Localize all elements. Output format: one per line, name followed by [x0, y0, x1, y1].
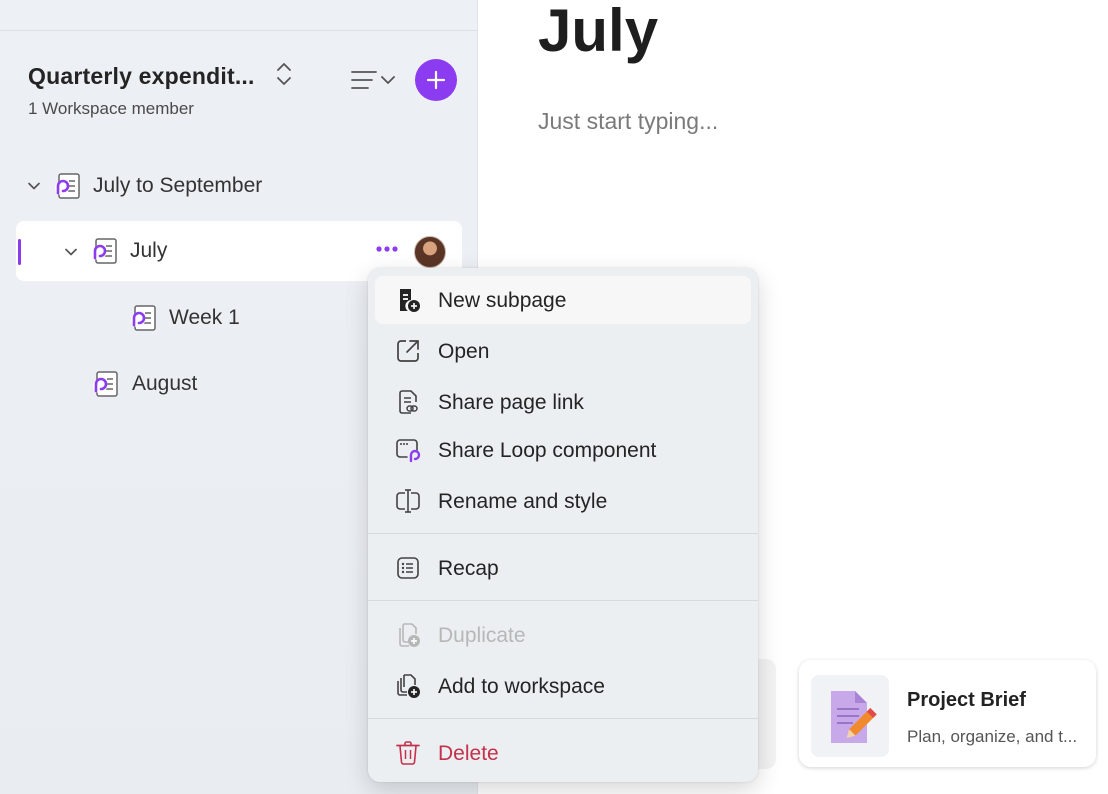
menu-item-label: Duplicate — [438, 624, 526, 647]
add-to-workspace-icon — [397, 674, 420, 698]
duplicate-icon — [399, 623, 420, 647]
menu-item-open[interactable]: Open — [375, 327, 751, 375]
menu-item-recap[interactable]: Recap — [375, 544, 751, 592]
template-description: Plan, organize, and t... — [907, 727, 1078, 746]
share-link-icon — [399, 390, 418, 414]
menu-item-label: Rename and style — [438, 490, 608, 513]
loop-component-icon — [396, 439, 421, 463]
tree-item-july-to-september[interactable]: July to September — [16, 156, 462, 216]
sort-options-icon[interactable] — [348, 66, 398, 94]
more-options-icon[interactable] — [375, 243, 399, 255]
loop-page-icon — [92, 238, 117, 264]
plus-icon — [426, 70, 446, 90]
document-pencil-icon — [831, 691, 877, 743]
menu-item-duplicate: Duplicate — [375, 611, 751, 659]
avatar[interactable] — [414, 236, 446, 268]
menu-item-label: Add to workspace — [438, 675, 605, 698]
loop-page-icon — [93, 371, 118, 397]
page-title[interactable]: July — [538, 0, 658, 65]
workspace-title[interactable]: Quarterly expendit... — [28, 63, 255, 90]
menu-divider — [368, 600, 758, 601]
loop-page-icon — [131, 305, 156, 331]
tree-item-label: July — [130, 239, 168, 262]
open-external-icon — [397, 340, 419, 362]
tree-item-label: August — [132, 372, 198, 395]
menu-item-label: New subpage — [438, 289, 567, 312]
chevron-down-icon[interactable] — [63, 244, 79, 260]
selection-indicator — [18, 239, 21, 265]
menu-item-new-subpage[interactable]: New subpage — [375, 276, 751, 324]
workspace-member-count[interactable]: 1 Workspace member — [28, 99, 194, 119]
menu-item-delete[interactable]: Delete — [375, 729, 751, 777]
new-subpage-icon — [400, 289, 420, 312]
tree-item-label: Week 1 — [169, 306, 240, 329]
menu-item-label: Recap — [438, 557, 499, 580]
template-card-project-brief[interactable]: Project Brief Plan, organize, and t... — [799, 660, 1096, 767]
menu-item-label: Open — [438, 340, 490, 363]
menu-divider — [368, 533, 758, 534]
menu-item-share-page-link[interactable]: Share page link — [375, 378, 751, 426]
page-context-menu: New subpage Open Share page link Share L… — [368, 268, 758, 782]
loop-page-icon — [55, 173, 80, 199]
recap-list-icon — [397, 557, 419, 579]
divider — [0, 30, 477, 31]
template-thumbnail — [811, 675, 889, 757]
add-page-button[interactable] — [415, 59, 457, 101]
template-title: Project Brief — [907, 689, 1026, 711]
trash-icon — [396, 741, 420, 765]
editor-placeholder[interactable]: Just start typing... — [538, 108, 718, 135]
menu-item-rename-and-style[interactable]: Rename and style — [375, 477, 751, 525]
rename-icon — [396, 489, 420, 513]
tree-item-label: July to September — [93, 174, 263, 197]
chevron-down-icon[interactable] — [26, 178, 42, 194]
menu-item-share-loop-component[interactable]: Share Loop component — [375, 426, 751, 474]
menu-item-add-to-workspace[interactable]: Add to workspace — [375, 662, 751, 710]
menu-item-label: Delete — [438, 742, 499, 765]
workspace-switch-icon[interactable] — [272, 60, 296, 88]
menu-item-label: Share Loop component — [438, 439, 657, 462]
menu-item-label: Share page link — [438, 391, 584, 414]
menu-divider — [368, 718, 758, 719]
